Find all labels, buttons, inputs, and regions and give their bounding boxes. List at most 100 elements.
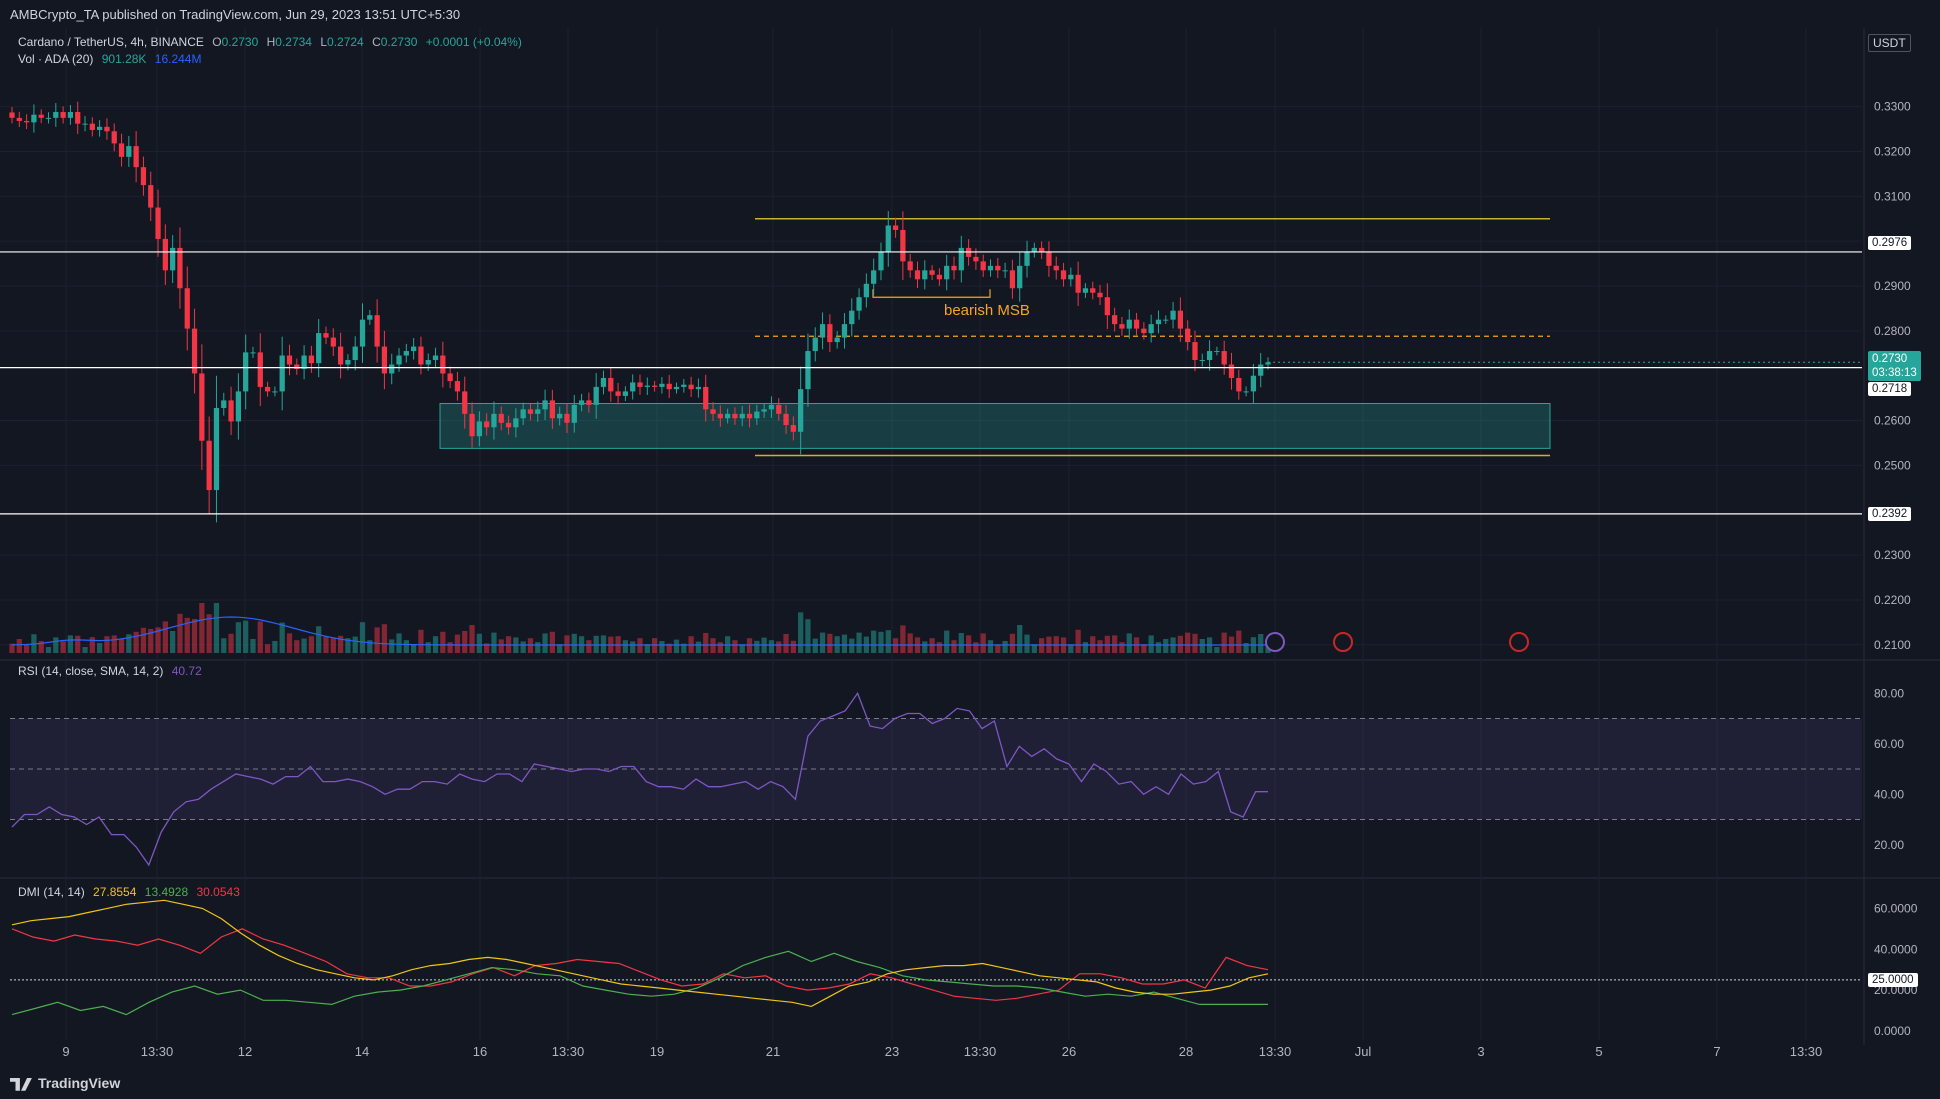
candle-body [1119,324,1125,329]
candle-body [608,377,614,392]
volume-bar [170,631,176,653]
volume-bar [535,642,541,653]
chart-canvas[interactable]: 9 13:30 12 14 16 13:30 19 21 23 13:30 26 28 13:30 Jul… [0,28,1940,1067]
candle-body [783,413,789,426]
candle-body [53,112,59,118]
rsi-tick-label: 20.00 [1874,838,1904,852]
x-tick-label: 13:30 [141,1044,174,1059]
candle-body [666,383,672,390]
minus-di-value: 30.0543 [196,885,240,899]
candle-body [206,440,212,491]
x-tick-label: 21 [766,1044,780,1059]
candle-body [316,333,322,364]
rsi-label: RSI (14, close, SMA, 14, 2) [18,664,164,678]
candle-body [1258,364,1264,376]
level-tag-mid: 0.2718 [1868,382,1912,396]
candle-body [16,117,22,121]
candle-body [586,400,592,405]
volume-bar [520,641,526,653]
candle-body [462,391,468,414]
candle-body [542,400,548,410]
axes: 9 13:30 12 14 16 13:30 19 21 23 13:30 26 28 13:30 Jul… [62,100,1917,1059]
chart-grid [0,28,1940,1045]
candle-body [133,146,139,168]
volume-bar [308,636,315,653]
volume-bar [250,639,256,653]
candle-body [1170,310,1176,320]
volume-bar [118,638,125,653]
candle-body [819,324,826,338]
volume-bar [1097,640,1103,653]
volume-bar [389,639,395,653]
candle-body [505,422,512,428]
volume-bar [732,640,738,653]
volume-bar [754,640,760,653]
candle-body [1112,315,1118,325]
x-tick-label: 28 [1179,1044,1193,1059]
volume-bar [987,640,994,653]
volume-bar [622,640,629,653]
volume-bar [965,635,972,653]
volume-bar [812,638,818,653]
volume-bar [206,614,212,653]
candle-body [754,411,760,419]
dmi-label: DMI (14, 14) [18,885,85,899]
candle-body [695,386,702,390]
price-tick-label: 0.3200 [1874,144,1911,158]
candle-body [170,247,176,271]
candle-body [111,131,117,144]
volume-bar [564,635,570,653]
candle-body [922,270,928,280]
candle-body [432,355,439,361]
candle-body [279,355,285,392]
volume-bar [885,630,891,653]
volume-bar [922,641,928,653]
volume-bar [469,625,475,653]
candle-body [89,123,95,130]
volume-bar [1119,642,1125,653]
volume-bar [936,642,943,653]
volume-bar [75,635,81,653]
candle-body [929,270,935,275]
volume-bar [790,640,796,653]
candle-body [630,382,636,392]
x-tick-label: 14 [355,1044,369,1059]
candle-body [264,386,271,392]
volume-bar [1258,634,1264,653]
symbol-title: Cardano / TetherUS, 4h, BINANCE [18,35,204,49]
candle-body [1155,319,1162,325]
candle-body [294,364,300,369]
volume-bar [199,603,205,653]
candle-body [1082,288,1089,293]
price-tick-label: 0.2800 [1874,324,1911,338]
footer: TradingView [0,1067,1940,1099]
volume-bar [491,632,497,653]
price-tick-label: 0.2500 [1874,458,1911,472]
volume-bar [264,644,271,653]
msb-bracket [872,289,991,298]
adx-value: 27.8554 [93,885,137,899]
currency-button[interactable]: USDT [1868,34,1911,52]
rsi-pane [10,691,1862,867]
volume-bar [16,639,22,653]
open-value: 0.2730 [221,35,259,49]
volume-bar [104,636,110,653]
candle-body [557,413,563,419]
candle-body [622,391,629,396]
volume-bar [330,637,336,653]
candle-body [651,385,658,387]
volume-bar [447,642,453,653]
volume-bar [498,639,504,653]
candle-body [995,265,1001,271]
candle-body [732,413,738,419]
volume-bar [191,619,198,653]
candle-body [710,409,716,414]
candle-body [907,261,913,271]
candle-body [812,337,818,352]
price-tick-label: 0.2100 [1874,638,1911,652]
symbol-legend: Cardano / TetherUS, 4h, BINANCE O0.2730 … [18,35,527,49]
volume-bar [286,633,293,653]
volume-bar [228,633,234,653]
last-price-tag: 0.2730 [1872,353,1908,365]
tradingview-logo[interactable]: TradingView [10,1075,120,1091]
